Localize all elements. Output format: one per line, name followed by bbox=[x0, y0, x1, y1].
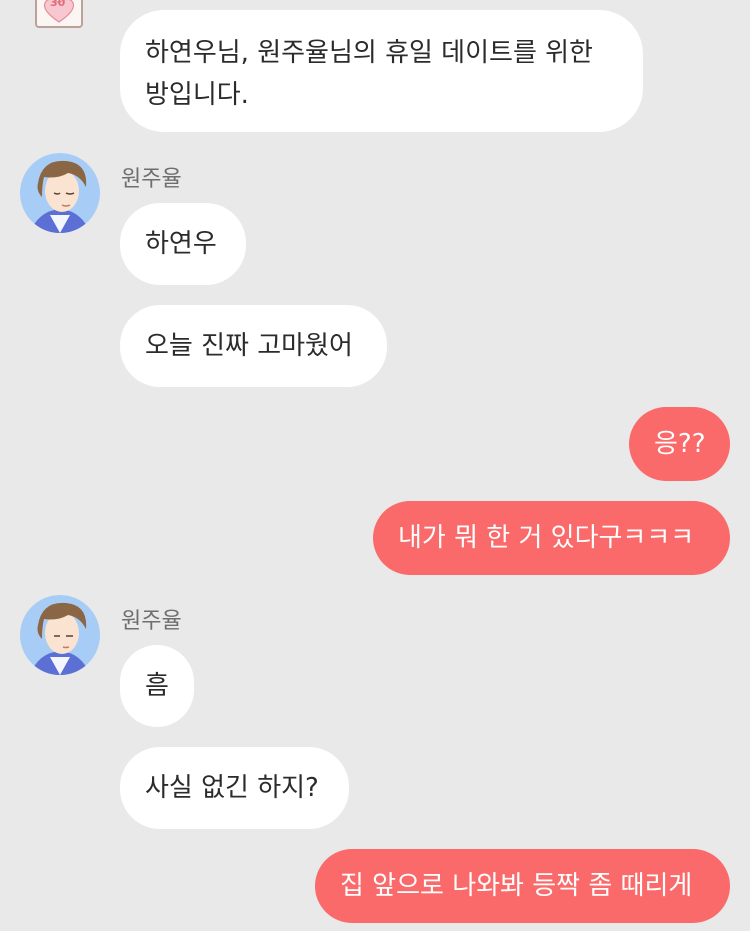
message-bubble-mine: 응?? bbox=[629, 407, 730, 481]
message-text: 흠 bbox=[145, 670, 169, 701]
message-text: 오늘 진짜 고마웠어 bbox=[145, 330, 353, 361]
message-text: 하연우 bbox=[145, 228, 217, 259]
message-text: 내가 뭐 한 거 있다구ㅋㅋㅋ bbox=[398, 522, 695, 553]
message-bubble-friend: 사실 없긴 하지? bbox=[120, 747, 349, 829]
message-text: 응?? bbox=[654, 428, 706, 459]
sender-name: 원주율 bbox=[121, 609, 182, 634]
heart-badge-icon: 30 bbox=[35, 0, 83, 28]
message-bubble-friend: 하연우 bbox=[120, 203, 246, 285]
message-bubble-system: 하연우님, 원주율님의 휴일 데이트를 위한 방입니다. bbox=[120, 10, 643, 132]
message-bubble-mine: 내가 뭐 한 거 있다구ㅋㅋㅋ bbox=[373, 501, 730, 575]
message-bubble-friend: 흠 bbox=[120, 645, 194, 727]
avatar[interactable] bbox=[20, 153, 100, 233]
sender-name: 원주율 bbox=[121, 167, 182, 192]
avatar[interactable] bbox=[20, 595, 100, 675]
message-text-line: 하연우님, 원주율님의 휴일 데이트를 위한 bbox=[145, 38, 593, 68]
heart-badge-count: 30 bbox=[50, 0, 66, 9]
message-text: 사실 없긴 하지? bbox=[145, 772, 319, 803]
message-text-line: 방입니다. bbox=[145, 80, 249, 110]
chat-area: 30 하연우님, 원주율님의 휴일 데이트를 위한 방입니다. 원주율 하연우 … bbox=[0, 0, 750, 931]
message-bubble-friend: 오늘 진짜 고마웠어 bbox=[120, 305, 387, 387]
message-bubble-mine: 집 앞으로 나와봐 등짝 좀 때리게 bbox=[315, 849, 730, 923]
message-text: 집 앞으로 나와봐 등짝 좀 때리게 bbox=[340, 870, 693, 901]
